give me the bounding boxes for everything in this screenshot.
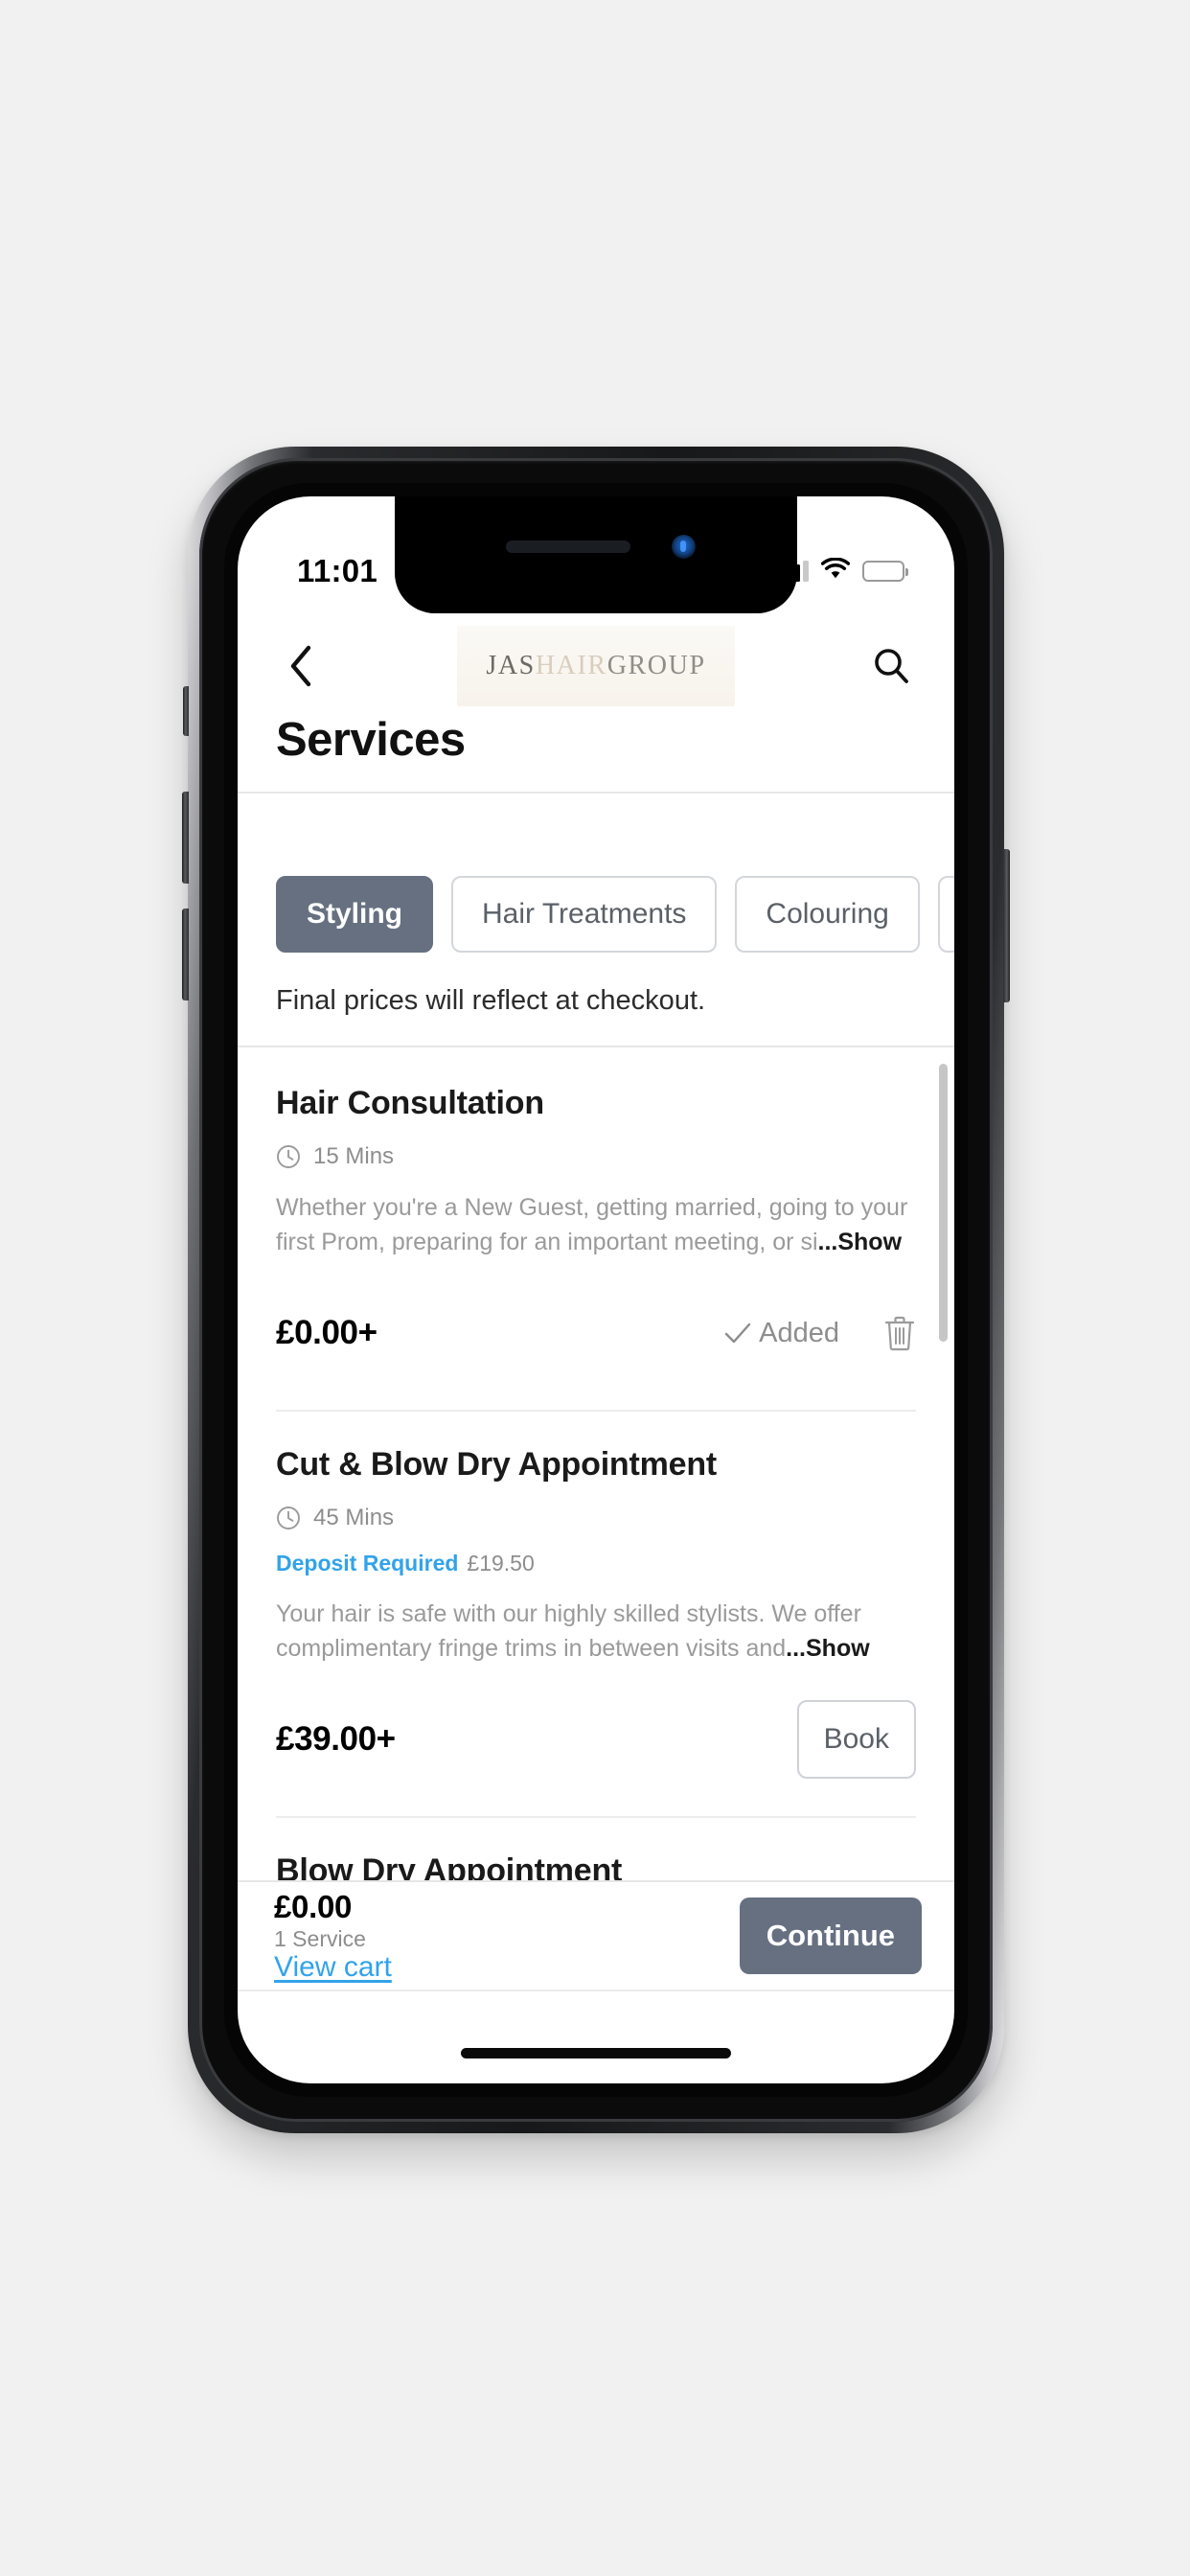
vertical-scrollbar[interactable] — [939, 1064, 948, 1342]
deposit-label: Deposit Required — [276, 1551, 459, 1576]
description-text: Your hair is safe with our highly skille… — [276, 1600, 861, 1662]
home-indicator[interactable] — [461, 2048, 731, 2058]
power-button[interactable] — [1003, 849, 1010, 1002]
front-camera-icon — [672, 535, 696, 559]
display-notch — [395, 496, 797, 613]
header-row: JASHAIRGROUP — [276, 625, 916, 707]
screenshot-canvas: 11:01 JASHAIRGROUP Services Styling Hair… — [0, 0, 1190, 2576]
book-button[interactable]: Book — [796, 1700, 916, 1779]
device-screen-bezel: 11:01 JASHAIRGROUP Services Styling Hair… — [224, 483, 968, 2097]
cart-service-count: 1 Service — [274, 1925, 366, 1951]
service-card[interactable]: Blow Dry Appointment 30 Mins Deposit Req… — [276, 1816, 916, 1880]
status-time: 11:01 — [297, 553, 378, 588]
description-text: Whether you're a New Guest, getting marr… — [276, 1194, 908, 1255]
trash-icon[interactable] — [883, 1315, 916, 1351]
logo-part-group: GROUP — [606, 651, 706, 680]
back-button[interactable] — [276, 641, 326, 691]
service-card[interactable]: Cut & Blow Dry Appointment 45 Mins Depos… — [276, 1410, 916, 1783]
clock-icon — [277, 1145, 300, 1168]
tab-next-partial[interactable] — [937, 876, 954, 953]
cart-bottom-bar: £0.00 1 Service View cart Continue — [238, 1880, 954, 1991]
cart-summary: £0.00 1 Service View cart — [274, 1889, 392, 1984]
price-note: Final prices will reflect at checkout. — [276, 985, 706, 1016]
wifi-icon — [820, 557, 851, 585]
service-actions: Added — [724, 1315, 916, 1351]
clock-icon — [277, 1506, 300, 1530]
service-description[interactable]: Whether you're a New Guest, getting marr… — [276, 1191, 916, 1260]
device-inner-bezel: 11:01 JASHAIRGROUP Services Styling Hair… — [199, 458, 993, 2122]
service-price: £39.00+ — [276, 1720, 396, 1758]
service-description[interactable]: Your hair is safe with our highly skille… — [276, 1598, 916, 1667]
duration-text: 15 Mins — [313, 1143, 395, 1169]
service-duration: 15 Mins — [276, 1143, 916, 1170]
added-label: Added — [759, 1317, 839, 1348]
service-footer: £39.00+ Book — [276, 1695, 916, 1783]
category-tabs[interactable]: Styling Hair Treatments Colouring — [238, 845, 954, 953]
search-button[interactable] — [866, 641, 916, 691]
added-status-button[interactable]: Added — [724, 1318, 839, 1349]
tab-hair-treatments[interactable]: Hair Treatments — [451, 876, 718, 953]
brand-logo: JASHAIRGROUP — [457, 626, 735, 706]
logo-part-jas: JAS — [486, 651, 536, 680]
filter-divider — [238, 1046, 954, 1047]
service-list[interactable]: Hair Consultation 15 Mins Whether you're… — [238, 1050, 954, 1880]
phone-screen: 11:01 JASHAIRGROUP Services Styling Hair… — [238, 496, 954, 2083]
service-name: Hair Consultation — [276, 1085, 544, 1121]
earpiece-speaker-icon — [506, 540, 630, 553]
header-divider — [238, 792, 954, 794]
continue-button[interactable]: Continue — [739, 1898, 922, 1974]
tab-colouring[interactable]: Colouring — [735, 876, 920, 953]
battery-icon — [862, 561, 908, 582]
filter-area: Styling Hair Treatments Colouring Final … — [238, 845, 954, 1047]
service-name: Cut & Blow Dry Appointment — [276, 1446, 718, 1483]
search-icon — [875, 649, 908, 683]
service-name: Blow Dry Appointment — [276, 1852, 623, 1880]
page-title: Services — [276, 714, 466, 766]
app-header: JASHAIRGROUP Services — [238, 613, 954, 794]
volume-up-button[interactable] — [182, 792, 189, 884]
phone-device-frame: 11:01 JASHAIRGROUP Services Styling Hair… — [182, 447, 1010, 2133]
tab-styling[interactable]: Styling — [276, 876, 434, 953]
logo-part-hair: HAIR — [535, 651, 607, 680]
service-duration: 45 Mins — [276, 1505, 916, 1531]
chevron-left-icon — [290, 645, 311, 687]
deposit-info: Deposit Required £19.50 — [276, 1551, 916, 1576]
silent-switch-button[interactable] — [183, 686, 189, 736]
service-footer: £0.00+ Added — [276, 1289, 916, 1377]
service-price: £0.00+ — [276, 1314, 378, 1351]
check-icon — [724, 1322, 751, 1344]
volume-down-button[interactable] — [182, 908, 189, 1000]
deposit-amount: £19.50 — [467, 1551, 535, 1576]
view-cart-link[interactable]: View cart — [274, 1951, 392, 1984]
cart-total: £0.00 — [274, 1888, 353, 1924]
duration-text: 45 Mins — [313, 1505, 395, 1530]
service-card[interactable]: Hair Consultation 15 Mins Whether you're… — [276, 1050, 916, 1377]
